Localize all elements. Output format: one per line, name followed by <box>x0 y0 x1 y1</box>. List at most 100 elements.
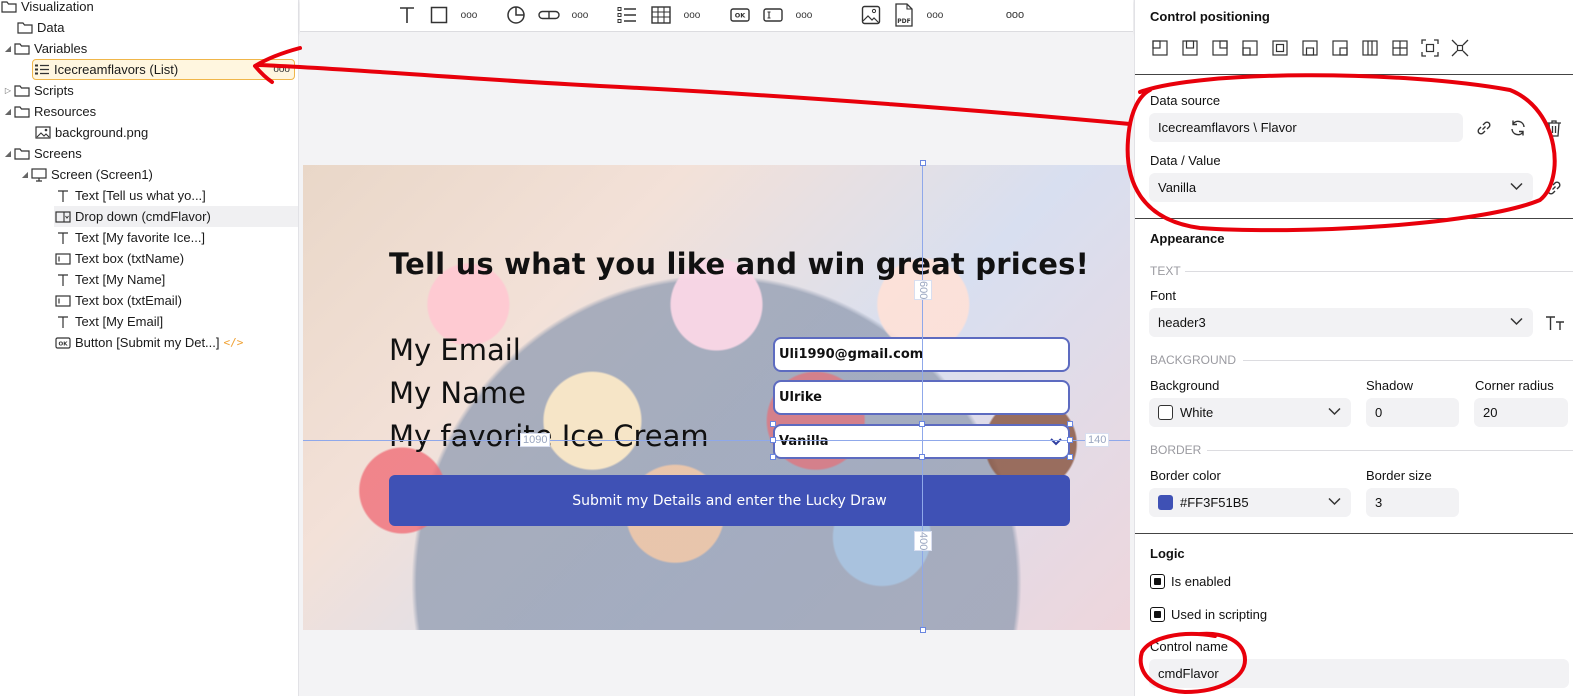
tree-item-background-png[interactable]: background.png <box>34 122 148 143</box>
collapsed-arrow-icon[interactable]: ▷ <box>3 86 13 95</box>
stretch-vertical-icon[interactable] <box>1360 38 1380 58</box>
tree-item-textbox-txtname[interactable]: Text box (txtName) <box>54 248 184 269</box>
data-source-input[interactable]: Icecreamflavors \ Flavor <box>1149 113 1463 142</box>
align-center-icon[interactable] <box>1270 38 1290 58</box>
resize-handle[interactable] <box>920 160 926 166</box>
font-size-icon[interactable] <box>1543 312 1567 334</box>
link-icon[interactable] <box>1543 177 1565 199</box>
rectangle-tool-icon[interactable] <box>427 3 451 27</box>
textbox-icon <box>54 293 72 309</box>
tree-item-variables[interactable]: ◢ Variables <box>3 38 87 59</box>
text-icon <box>54 314 72 330</box>
resize-handle[interactable] <box>919 421 925 427</box>
checkbox-checked-icon[interactable] <box>1150 574 1165 589</box>
tree-item-text-my-email[interactable]: Text [My Email] <box>54 311 163 332</box>
align-bottom-right-icon[interactable] <box>1330 38 1350 58</box>
design-canvas[interactable]: Tell us what you like and win great pric… <box>300 32 1133 696</box>
more-controls-button[interactable]: ooo <box>1003 3 1027 27</box>
font-select[interactable]: header3 <box>1149 308 1533 337</box>
resize-handle[interactable] <box>770 421 776 427</box>
delete-icon[interactable] <box>1543 117 1565 139</box>
screen-preview[interactable]: Tell us what you like and win great pric… <box>303 165 1130 630</box>
submit-button[interactable]: Submit my Details and enter the Lucky Dr… <box>389 475 1070 526</box>
align-top-left-icon[interactable] <box>1150 38 1170 58</box>
tree-item-text-my-name[interactable]: Text [My Name] <box>54 269 165 290</box>
fill-screen-icon[interactable] <box>1420 38 1440 58</box>
table-tool-icon[interactable] <box>649 3 673 27</box>
horizontal-guide <box>303 440 1130 441</box>
email-label[interactable]: My Email <box>389 333 521 367</box>
tree-item-screens[interactable]: ◢ Screens <box>3 143 82 164</box>
tree-item-textbox-txtemail[interactable]: Text box (txtEmail) <box>54 290 182 311</box>
more-shapes-button[interactable]: ooo <box>458 3 480 27</box>
align-top-center-icon[interactable] <box>1180 38 1200 58</box>
tree-item-text-tell-us[interactable]: Text [Tell us what yo...] <box>54 185 206 206</box>
tree-item-resources[interactable]: ◢ Resources <box>3 101 96 122</box>
dropdown-icon <box>54 209 72 225</box>
shadow-input[interactable]: 0 <box>1366 398 1459 427</box>
more-charts-button[interactable]: ooo <box>569 3 591 27</box>
data-value-select[interactable]: Vanilla <box>1149 173 1533 202</box>
checkbox-checked-icon[interactable] <box>1150 607 1165 622</box>
border-size-input[interactable]: 3 <box>1366 488 1459 517</box>
more-inputs-button[interactable]: ooo <box>793 3 815 27</box>
chart-tool-icon[interactable] <box>504 3 528 27</box>
control-name-input[interactable]: cmdFlavor <box>1149 659 1569 688</box>
button-tool-icon[interactable]: OK <box>728 3 752 27</box>
text-icon <box>54 230 72 246</box>
expand-arrow-icon[interactable]: ◢ <box>3 149 13 158</box>
textbox-tool-icon[interactable] <box>761 3 785 27</box>
image-icon <box>34 125 52 141</box>
tree-item-icecreamflavors[interactable]: Icecreamflavors (List) ooo <box>32 59 295 80</box>
expand-arrow-icon[interactable]: ◢ <box>3 107 13 116</box>
refresh-icon[interactable] <box>1507 117 1529 139</box>
svg-text:OK: OK <box>59 341 69 347</box>
tree-item-data[interactable]: Data <box>16 17 64 38</box>
tree-item-button-submit[interactable]: OK Button [Submit my Det...] </> <box>54 332 243 353</box>
headline-text[interactable]: Tell us what you like and win great pric… <box>389 247 1089 281</box>
properties-panel: Control positioning Data source Icecream… <box>1134 0 1573 696</box>
section-rule <box>1185 271 1573 272</box>
align-bottom-left-icon[interactable] <box>1240 38 1260 58</box>
stretch-columns-icon[interactable] <box>1390 38 1410 58</box>
tree-item-text-favorite[interactable]: Text [My favorite Ice...] <box>54 227 205 248</box>
shrink-to-fit-icon[interactable] <box>1450 38 1470 58</box>
section-rule <box>1243 360 1573 361</box>
resize-handle[interactable] <box>770 454 776 460</box>
resize-handle[interactable] <box>919 454 925 460</box>
tree-item-visualization[interactable]: Visualization <box>0 0 94 17</box>
appearance-title: Appearance <box>1150 231 1225 246</box>
expand-arrow-icon[interactable]: ◢ <box>20 170 30 179</box>
border-color-select[interactable]: #FF3F51B5 <box>1149 488 1351 517</box>
section-divider <box>1135 533 1573 534</box>
used-in-scripting-checkbox[interactable]: Used in scripting <box>1150 607 1267 622</box>
project-tree: Visualization Data ◢ Variables Icecreamf… <box>0 0 299 696</box>
corner-radius-input[interactable]: 20 <box>1474 398 1568 427</box>
slider-tool-icon[interactable] <box>537 3 561 27</box>
list-tool-icon[interactable] <box>615 3 639 27</box>
text-icon <box>54 272 72 288</box>
text-tool-icon[interactable] <box>395 3 419 27</box>
resize-handle[interactable] <box>770 437 776 443</box>
expand-arrow-icon[interactable]: ◢ <box>3 44 13 53</box>
control-toolbar: ooo ooo ooo OK ooo PDF ooo ooo <box>300 0 1133 32</box>
resize-handle[interactable] <box>1067 421 1073 427</box>
resize-handle[interactable] <box>1067 454 1073 460</box>
align-bottom-center-icon[interactable] <box>1300 38 1320 58</box>
background-select[interactable]: White <box>1149 398 1351 427</box>
pdf-tool-icon[interactable]: PDF <box>892 3 916 27</box>
tree-item-screen1[interactable]: ◢ Screen (Screen1) <box>20 164 153 185</box>
name-label[interactable]: My Name <box>389 376 526 410</box>
tree-item-dropdown-cmdflavor[interactable]: Drop down (cmdFlavor) <box>54 206 298 227</box>
is-enabled-checkbox[interactable]: Is enabled <box>1150 574 1231 589</box>
tree-item-scripts[interactable]: ▷ Scripts <box>3 80 74 101</box>
resize-handle[interactable] <box>920 627 926 633</box>
more-options-icon[interactable]: ooo <box>273 64 290 75</box>
link-icon[interactable] <box>1473 117 1495 139</box>
more-lists-button[interactable]: ooo <box>681 3 703 27</box>
script-tag-icon[interactable]: </> <box>224 336 244 349</box>
resize-handle[interactable] <box>1067 437 1073 443</box>
align-top-right-icon[interactable] <box>1210 38 1230 58</box>
image-tool-icon[interactable] <box>859 3 883 27</box>
more-media-button[interactable]: ooo <box>924 3 946 27</box>
